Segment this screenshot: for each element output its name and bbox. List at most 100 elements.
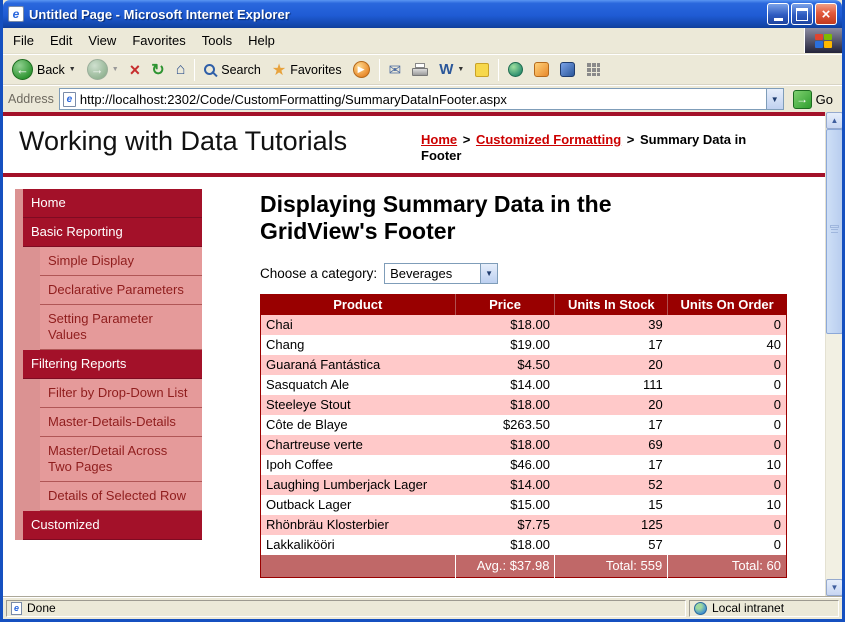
stop-button[interactable]: ×: [125, 56, 146, 83]
minimize-button[interactable]: [767, 3, 789, 25]
cell-product: Lakkalikööri: [261, 535, 456, 555]
cell-units-on-order: 0: [668, 475, 787, 495]
title-bar: e Untitled Page - Microsoft Internet Exp…: [3, 0, 842, 28]
grid-icon: [586, 62, 601, 77]
browser-viewport: Working with Data Tutorials Home > Custo…: [3, 112, 842, 596]
menu-item[interactable]: Help: [240, 28, 283, 53]
back-chevron-icon[interactable]: ▼: [69, 66, 76, 73]
research-icon: [560, 62, 575, 77]
maximize-button[interactable]: [791, 3, 813, 25]
cell-units-in-stock: 39: [555, 315, 668, 335]
cell-units-on-order: 0: [668, 515, 787, 535]
mail-button[interactable]: ✉: [384, 56, 407, 83]
gridview-header-row: Product Price Units In Stock Units On Or…: [261, 295, 787, 316]
forward-button[interactable]: → ▼: [82, 56, 124, 83]
chevron-down-icon[interactable]: ▼: [480, 264, 497, 283]
sidebar-item-label: Master-Details-Details: [48, 414, 176, 429]
ie-page-icon: e: [8, 6, 24, 22]
sidebar-item[interactable]: Declarative Parameters: [40, 276, 202, 305]
messenger-button[interactable]: [503, 56, 528, 83]
sidebar-item-label: Filtering Reports: [31, 356, 126, 371]
go-button[interactable]: → Go: [789, 90, 837, 109]
print-button[interactable]: [407, 56, 433, 83]
menu-item[interactable]: Tools: [194, 28, 240, 53]
breadcrumb-link-customized-formatting[interactable]: Customized Formatting: [476, 132, 621, 147]
research-button[interactable]: [555, 56, 580, 83]
cell-price: $4.50: [455, 355, 555, 375]
close-button[interactable]: ×: [815, 3, 837, 25]
home-icon: ⌂: [176, 61, 186, 79]
cell-product: Laughing Lumberjack Lager: [261, 475, 456, 495]
cell-product: Steeleye Stout: [261, 395, 456, 415]
status-bar: e Done Local intranet: [3, 596, 842, 619]
media-icon: ▶: [353, 61, 370, 78]
address-dropdown-icon[interactable]: ▼: [766, 89, 783, 109]
cell-product: Chang: [261, 335, 456, 355]
sidebar-item-label: Details of Selected Row: [48, 488, 186, 503]
cell-price: $18.00: [455, 395, 555, 415]
cell-price: $18.00: [455, 435, 555, 455]
sidebar-item[interactable]: Filtering Reports: [23, 350, 202, 379]
sidebar-item-label: Filter by Drop-Down List: [48, 385, 187, 400]
back-button[interactable]: ← Back ▼: [7, 56, 81, 83]
sidebar-item[interactable]: Details of Selected Row: [40, 482, 202, 511]
sidebar-item[interactable]: Setting Parameter Values: [40, 305, 202, 350]
sidebar-item[interactable]: Filter by Drop-Down List: [40, 379, 202, 408]
breadcrumb-link-home[interactable]: Home: [421, 132, 457, 147]
edit-with-word-button[interactable]: W ▼: [434, 56, 469, 83]
scroll-down-button[interactable]: ▼: [826, 579, 842, 596]
address-input[interactable]: e http://localhost:2302/Code/CustomForma…: [59, 88, 784, 110]
menu-item[interactable]: Favorites: [124, 28, 193, 53]
toolbar-separator: [194, 59, 195, 81]
cell-units-in-stock: 17: [555, 415, 668, 435]
sidebar-item[interactable]: Basic Reporting: [23, 218, 202, 247]
word-icon: W: [439, 61, 453, 78]
table-row: Ipoh Coffee $46.00 17 10: [261, 455, 787, 475]
back-icon: ←: [12, 59, 33, 80]
menu-item[interactable]: Edit: [42, 28, 80, 53]
browser-window: e Untitled Page - Microsoft Internet Exp…: [0, 0, 845, 622]
cell-units-on-order: 40: [668, 335, 787, 355]
cell-units-in-stock: 20: [555, 355, 668, 375]
search-button[interactable]: Search: [199, 56, 266, 83]
vertical-scrollbar[interactable]: ▲ ▼: [825, 112, 842, 596]
quick-links-button[interactable]: [581, 56, 606, 83]
menu-item[interactable]: View: [80, 28, 124, 53]
forward-chevron-icon: ▼: [112, 66, 119, 73]
media-button[interactable]: ▶: [348, 56, 375, 83]
window-title: Untitled Page - Microsoft Internet Explo…: [29, 7, 762, 22]
table-row: Outback Lager $15.00 15 10: [261, 495, 787, 515]
sidebar-item[interactable]: Master/Detail Across Two Pages: [40, 437, 202, 482]
cell-units-in-stock: 69: [555, 435, 668, 455]
word-chevron-icon[interactable]: ▼: [457, 66, 464, 73]
sidebar-item[interactable]: Master-Details-Details: [40, 408, 202, 437]
scrollbar-thumb[interactable]: [826, 129, 842, 334]
sidebar-item-label: Basic Reporting: [31, 224, 123, 239]
home-button[interactable]: ⌂: [171, 56, 191, 83]
products-gridview: Product Price Units In Stock Units On Or…: [260, 294, 787, 578]
category-dropdown[interactable]: Beverages ▼: [384, 263, 498, 284]
cell-units-in-stock: 20: [555, 395, 668, 415]
sidebar-item[interactable]: Home: [23, 189, 202, 218]
refresh-button[interactable]: ↻: [146, 56, 169, 83]
scroll-up-button[interactable]: ▲: [826, 112, 842, 129]
cell-price: $46.00: [455, 455, 555, 475]
menus: File Edit View Favorites Tools Help: [3, 28, 283, 53]
discuss-button[interactable]: [470, 56, 494, 83]
msn-button[interactable]: [529, 56, 554, 83]
cell-units-in-stock: 17: [555, 335, 668, 355]
toolbar: ← Back ▼ → ▼ × ↻ ⌂ Search ★ Favorites ▶: [3, 54, 842, 85]
favorites-button[interactable]: ★ Favorites: [267, 56, 347, 83]
sidebar-item[interactable]: Simple Display: [40, 247, 202, 276]
cell-price: $14.00: [455, 375, 555, 395]
address-url-text[interactable]: http://localhost:2302/Code/CustomFormatt…: [80, 92, 762, 107]
table-row: Chang $19.00 17 40: [261, 335, 787, 355]
cell-units-in-stock: 17: [555, 455, 668, 475]
category-selected-value: Beverages: [390, 266, 452, 281]
toolbar-separator: [379, 59, 380, 81]
menu-item[interactable]: File: [5, 28, 42, 53]
note-icon: [475, 63, 489, 77]
sidebar-item-label: Setting Parameter Values: [48, 311, 153, 342]
cell-price: $18.00: [455, 535, 555, 555]
sidebar-item[interactable]: Customized: [23, 511, 202, 540]
